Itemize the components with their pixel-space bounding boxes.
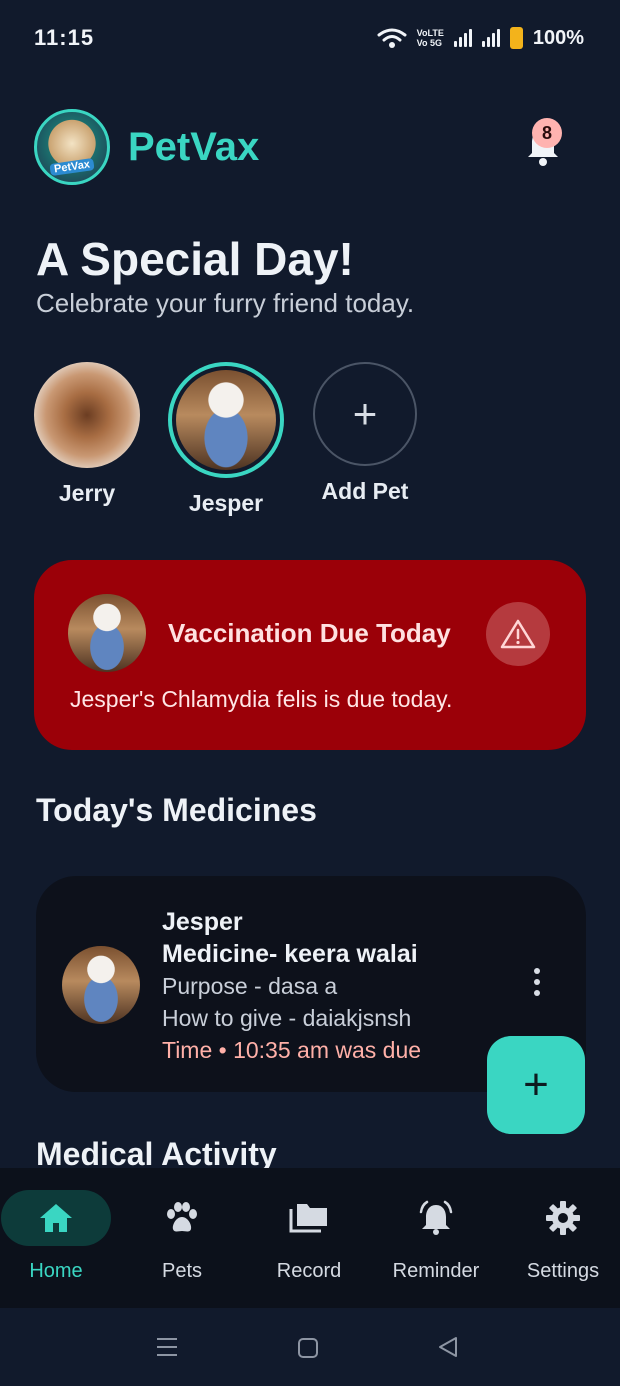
pets-selector: Jerry Jesper + Add Pet bbox=[34, 362, 434, 522]
vaccination-message: Jesper's Chlamydia felis is due today. bbox=[70, 686, 453, 712]
plus-icon: + bbox=[523, 1060, 549, 1109]
app-title: PetVax bbox=[128, 124, 260, 169]
medicine-how-to-give: How to give - daiakjsnsh bbox=[162, 1005, 412, 1031]
gear-icon bbox=[508, 1190, 618, 1246]
warning-icon bbox=[486, 602, 550, 666]
medicine-details: Jesper Medicine- keera walai Purpose - d… bbox=[162, 906, 421, 1066]
pet-name: Jesper bbox=[188, 490, 264, 516]
status-bar: 11:15 VoLTE Vo 5G 100% bbox=[0, 0, 620, 76]
medicine-due-time: Time • 10:35 am was due bbox=[162, 1037, 422, 1063]
system-navigation-bar bbox=[0, 1308, 620, 1386]
nav-label: Record bbox=[276, 1260, 342, 1282]
bottom-navigation: Home Pets Record Reminder Settings bbox=[0, 1168, 620, 1308]
nav-pets[interactable]: Pets bbox=[120, 1190, 244, 1283]
pet-avatar-selected-ring bbox=[168, 362, 284, 478]
pet-jesper[interactable]: Jesper bbox=[168, 362, 284, 517]
alarm-bell-icon bbox=[381, 1190, 491, 1246]
nav-label: Settings bbox=[526, 1260, 600, 1282]
medicine-pet-name: Jesper bbox=[162, 908, 243, 936]
battery-icon bbox=[509, 27, 523, 49]
nav-record[interactable]: Record bbox=[247, 1190, 371, 1283]
back-triangle-icon[interactable] bbox=[436, 1335, 460, 1359]
more-options-icon[interactable] bbox=[532, 968, 542, 996]
status-icons: VoLTE Vo 5G 100% bbox=[377, 27, 584, 50]
nav-label: Home bbox=[29, 1260, 83, 1282]
medicines-section-title: Today's Medicines bbox=[36, 792, 317, 828]
medicine-name: Medicine- keera walai bbox=[162, 940, 418, 968]
folders-icon bbox=[254, 1190, 364, 1246]
pet-jerry[interactable]: Jerry bbox=[34, 362, 140, 507]
recent-apps-icon[interactable] bbox=[155, 1336, 179, 1358]
home-icon bbox=[1, 1190, 111, 1246]
pet-avatar bbox=[34, 362, 140, 468]
pet-avatar bbox=[176, 370, 276, 470]
notifications-button[interactable]: 8 bbox=[526, 118, 562, 166]
signal-icon-1 bbox=[453, 29, 472, 47]
vaccination-due-card[interactable]: Vaccination Due Today Jesper's Chlamydia… bbox=[34, 560, 586, 750]
nav-home[interactable]: Home bbox=[0, 1190, 118, 1283]
signal-icon-2 bbox=[481, 29, 500, 47]
greeting-subtitle: Celebrate your furry friend today. bbox=[36, 288, 415, 318]
vaccination-title: Vaccination Due Today bbox=[168, 618, 451, 648]
paw-icon bbox=[127, 1190, 237, 1246]
wifi-icon bbox=[377, 28, 407, 48]
add-pet-button[interactable]: + Add Pet bbox=[312, 362, 418, 505]
nav-label: Pets bbox=[161, 1260, 203, 1282]
app-header: PetVax PetVax 8 bbox=[34, 108, 590, 186]
volte-indicator: VoLTE Vo 5G bbox=[416, 28, 444, 48]
nav-label: Reminder bbox=[392, 1260, 480, 1282]
medicine-purpose: Purpose - dasa a bbox=[162, 973, 338, 999]
battery-percent: 100% bbox=[532, 26, 584, 49]
home-square-icon[interactable] bbox=[296, 1336, 320, 1360]
notification-badge: 8 bbox=[532, 118, 562, 148]
add-pet-label: Add Pet bbox=[321, 478, 409, 504]
pet-avatar bbox=[62, 946, 140, 1024]
nav-reminder[interactable]: Reminder bbox=[374, 1190, 498, 1283]
greeting-title: A Special Day! bbox=[36, 233, 354, 285]
nav-settings[interactable]: Settings bbox=[501, 1190, 620, 1283]
pet-name: Jerry bbox=[58, 480, 116, 506]
status-time: 11:15 bbox=[34, 25, 95, 50]
app-logo: PetVax bbox=[34, 109, 110, 185]
plus-icon: + bbox=[313, 362, 417, 466]
pet-avatar bbox=[68, 594, 146, 672]
add-fab-button[interactable]: + bbox=[487, 1036, 585, 1134]
